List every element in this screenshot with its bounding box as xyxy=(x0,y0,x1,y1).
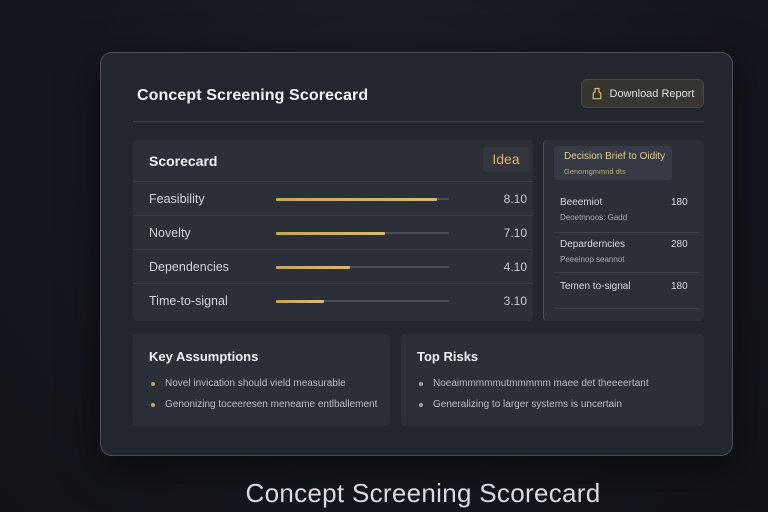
score-row-novelty: Novelty 7.10 xyxy=(133,216,533,250)
idea-tab[interactable]: Idea xyxy=(483,147,529,172)
list-item: Generalizing to larger systems is uncert… xyxy=(419,399,649,420)
key-assumptions-list: Novel invication should vield measurable… xyxy=(151,378,377,420)
decision-brief-header[interactable]: Decision Brief to Oidity Genomgmmnd dts xyxy=(554,146,672,180)
brief-item-value: 280 xyxy=(671,239,688,250)
decision-brief-panel: Decision Brief to Oidity Genomgmmnd dts … xyxy=(543,140,704,321)
brief-item-desc: Deoetnnoos: Gadd xyxy=(560,213,628,222)
brief-item: Temen to-signal xyxy=(560,281,631,292)
header-divider xyxy=(133,121,704,122)
list-item: Noeaimmmmmutmmmmm maee det theeeertant xyxy=(419,378,649,399)
download-icon xyxy=(591,87,603,100)
top-risks-card: Top Risks Noeaimmmmmutmmmmm maee det the… xyxy=(401,334,704,426)
score-row-dependencies: Dependencies 4.10 xyxy=(133,250,533,284)
brief-item-value: 180 xyxy=(671,281,688,292)
score-row-label: Time-to-signal xyxy=(149,294,228,308)
top-risks-list: Noeaimmmmmutmmmmm maee det theeeertant G… xyxy=(419,378,649,420)
score-row-value: 7.10 xyxy=(503,226,527,240)
score-bar-fill xyxy=(276,299,325,303)
brief-item: Deparderncies Peeeinop seannot xyxy=(560,239,625,264)
score-row-value: 8.10 xyxy=(503,192,527,206)
top-risks-title: Top Risks xyxy=(417,349,479,364)
score-row-value: 3.10 xyxy=(503,294,527,308)
brief-divider xyxy=(554,308,699,309)
decision-brief-title: Decision Brief to Oidity xyxy=(564,151,666,162)
score-bar-fill xyxy=(276,231,385,235)
brief-divider xyxy=(554,272,699,273)
list-item: Novel invication should vield measurable xyxy=(151,378,377,399)
list-item-text: Noeaimmmmmutmmmmm maee det theeeertant xyxy=(433,378,649,389)
brief-item-desc: Peeeinop seannot xyxy=(560,255,625,264)
score-row-label: Novelty xyxy=(149,226,191,240)
key-assumptions-card: Key Assumptions Novel invication should … xyxy=(133,334,390,426)
scorecard-title: Scorecard xyxy=(149,153,218,169)
score-row-label: Dependencies xyxy=(149,260,229,274)
list-item: Genonizing toceeresen meneame entlballem… xyxy=(151,399,377,420)
brief-item-name: Beeemiot xyxy=(560,197,603,208)
list-item-text: Genonizing toceeresen meneame entlballem… xyxy=(165,399,378,410)
score-row-feasibility: Feasibility 8.10 xyxy=(133,182,533,216)
list-item-text: Generalizing to larger systems is uncert… xyxy=(433,399,622,410)
list-item-text: Novel invication should vield measurable xyxy=(165,378,346,389)
score-bar-track xyxy=(276,299,449,303)
score-row-value: 4.10 xyxy=(503,260,527,274)
download-report-button[interactable]: Download Report xyxy=(581,79,704,108)
key-assumptions-title: Key Assumptions xyxy=(149,349,259,364)
caption-title: Concept Screening Scorecard xyxy=(245,478,601,508)
brief-divider xyxy=(554,232,699,233)
bullet-icon xyxy=(419,382,423,386)
scorecard-header: Scorecard Idea xyxy=(133,140,533,182)
score-bar-track xyxy=(276,231,449,235)
brief-item-value: 180 xyxy=(671,197,688,208)
brief-item-name: Temen to-signal xyxy=(560,281,631,292)
score-row-label: Feasibility xyxy=(149,192,205,206)
score-row-time-to-signal: Time-to-signal 3.10 xyxy=(133,284,533,318)
bullet-icon xyxy=(151,403,155,407)
bullet-icon xyxy=(151,382,155,386)
score-bar-fill xyxy=(276,265,351,269)
brief-item: Beeemiot Deoetnnoos: Gadd xyxy=(560,197,627,222)
page-title: Concept Screening Scorecard xyxy=(137,87,369,104)
score-bar-track xyxy=(276,197,449,201)
score-bar-fill xyxy=(276,197,437,201)
scorecard-window: Concept Screening Scorecard Download Rep… xyxy=(100,52,733,456)
scorecard-panel: Scorecard Idea Feasibility 8.10 Novelty … xyxy=(133,140,533,321)
score-bar-track xyxy=(276,265,449,269)
download-report-label: Download Report xyxy=(609,87,695,100)
scorecard-rows: Feasibility 8.10 Novelty 7.10 Dependenci… xyxy=(133,182,533,318)
decision-brief-subtitle: Genomgmmnd dts xyxy=(564,167,626,176)
brief-item-name: Deparderncies xyxy=(560,239,626,250)
bullet-icon xyxy=(419,403,423,407)
